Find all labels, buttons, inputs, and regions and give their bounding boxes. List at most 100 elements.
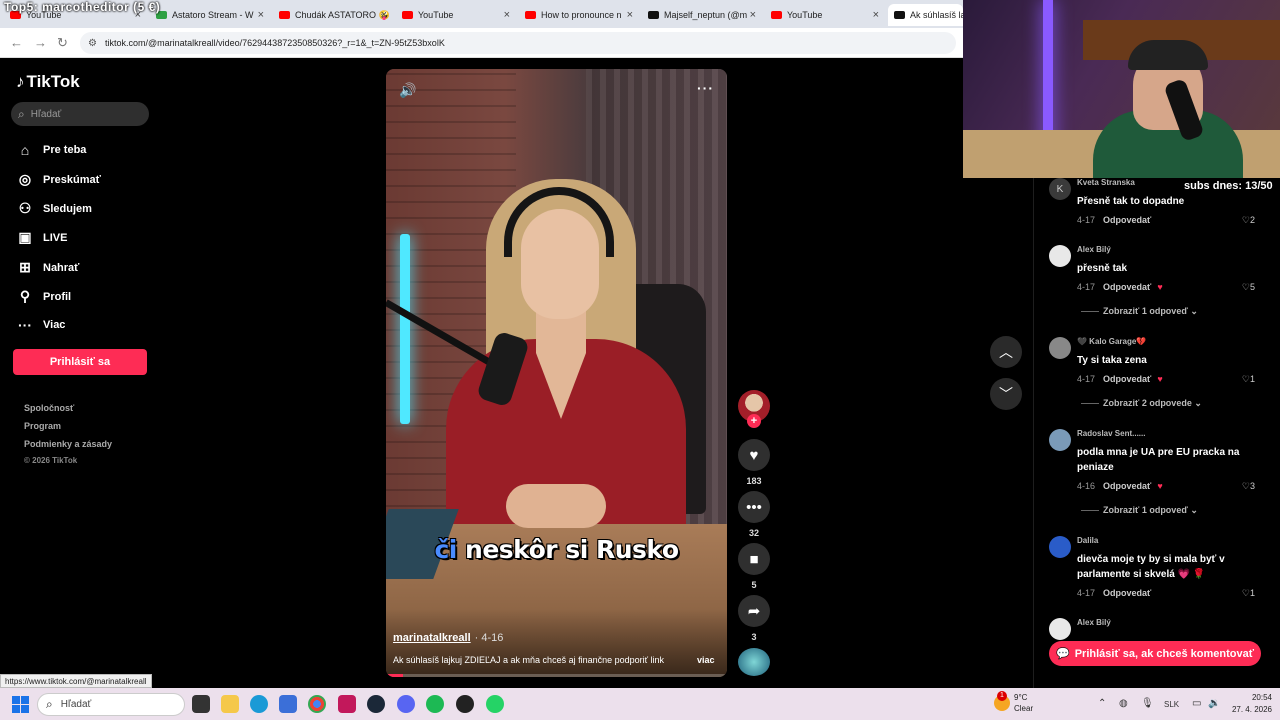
footer-link-company[interactable]: Spoločnosť bbox=[24, 403, 74, 413]
commenter-name[interactable]: Kveta Stranska bbox=[1077, 178, 1135, 187]
comment-like-button[interactable]: ♡3 bbox=[1242, 481, 1255, 492]
follow-plus-icon[interactable]: + bbox=[747, 414, 761, 428]
view-replies-button[interactable]: Zobraziť 2 odpovede ⌄ bbox=[1081, 398, 1202, 409]
comment-like-button[interactable]: ♡1 bbox=[1242, 588, 1255, 599]
weather-text: 9°C Clear bbox=[1014, 692, 1033, 714]
close-tab-icon[interactable]: × bbox=[504, 9, 510, 21]
taskbar-search-input[interactable]: ⌕ Hľadať bbox=[37, 693, 185, 716]
forward-icon[interactable]: → bbox=[34, 35, 47, 50]
reply-button[interactable]: Odpovedať bbox=[1103, 481, 1151, 491]
commenter-avatar[interactable] bbox=[1049, 536, 1071, 558]
commenter-name[interactable]: Radoslav Sent...... bbox=[1077, 429, 1145, 438]
view-replies-button[interactable]: Zobraziť 1 odpoveď ⌄ bbox=[1081, 505, 1198, 516]
sidebar-item-upload[interactable]: ⊞ Nahrať bbox=[16, 259, 79, 276]
network-tray-icon[interactable]: ◍ bbox=[1119, 698, 1128, 709]
browser-tab[interactable]: Chudák ASTATORO 🤪 × bbox=[273, 4, 391, 26]
task-view-icon[interactable] bbox=[192, 695, 210, 713]
tab-title: YouTube bbox=[418, 10, 454, 20]
comment-login-button[interactable]: 💬 Prihlásiť sa, ak chceš komentovať bbox=[1049, 641, 1261, 666]
video-progress-bar[interactable] bbox=[386, 674, 727, 677]
video-options-icon[interactable]: ··· bbox=[697, 80, 714, 96]
reload-icon[interactable]: ↻ bbox=[57, 35, 68, 51]
comment-like-button[interactable]: ♡1 bbox=[1242, 374, 1255, 385]
taskbar-clock[interactable]: 20:54 27. 4. 2026 bbox=[1222, 692, 1272, 716]
video-player[interactable]: či neskôr si Rusko 🔊 ··· marinatalkreall… bbox=[386, 69, 727, 677]
like-button[interactable]: ♥ bbox=[738, 439, 770, 471]
reply-button[interactable]: Odpovedať bbox=[1103, 215, 1151, 225]
sidebar-item-label: Pre teba bbox=[43, 144, 87, 156]
comment-bubble-icon: 💬 bbox=[1056, 648, 1070, 660]
browser-tab[interactable]: YouTube × bbox=[765, 4, 883, 26]
comment-icon: ••• bbox=[746, 498, 762, 516]
windows-start-icon[interactable] bbox=[12, 696, 29, 713]
sidebar-item-profile[interactable]: ⚲ Profil bbox=[16, 288, 71, 305]
share-icon: ➦ bbox=[747, 603, 761, 620]
description-more-link[interactable]: viac bbox=[697, 655, 715, 665]
microphone-tray-icon[interactable]: 🎙 bbox=[1141, 698, 1154, 709]
view-replies-button[interactable]: Zobraziť 1 odpoveď ⌄ bbox=[1081, 306, 1198, 317]
close-tab-icon[interactable]: × bbox=[750, 9, 756, 21]
whatsapp-icon[interactable] bbox=[486, 695, 504, 713]
chrome-icon[interactable] bbox=[308, 695, 326, 713]
app-icon[interactable] bbox=[338, 695, 356, 713]
reply-button[interactable]: Odpovedať bbox=[1103, 374, 1151, 384]
discord-icon[interactable] bbox=[397, 695, 415, 713]
commenter-avatar[interactable] bbox=[1049, 618, 1071, 640]
back-icon[interactable]: ← bbox=[10, 35, 23, 50]
file-explorer-icon[interactable] bbox=[221, 695, 239, 713]
reply-button[interactable]: Odpovedať bbox=[1103, 588, 1151, 598]
sidebar-item-following[interactable]: ⚇ Sledujem bbox=[16, 200, 92, 217]
footer-link-terms[interactable]: Podmienky a zásady bbox=[24, 439, 112, 449]
sidebar-item-more[interactable]: ··· Viac bbox=[16, 317, 65, 333]
tiktok-logo[interactable]: ♪ TikTok bbox=[16, 72, 80, 92]
reply-button[interactable]: Odpovedať bbox=[1103, 282, 1151, 292]
volume-icon[interactable]: 🔊 bbox=[399, 82, 416, 99]
sidebar-item-live[interactable]: ▣ LIVE bbox=[16, 229, 67, 246]
comment-like-button[interactable]: ♡5 bbox=[1242, 282, 1255, 293]
close-tab-icon[interactable]: × bbox=[381, 9, 387, 21]
share-button[interactable]: ➦ bbox=[738, 595, 770, 627]
spotify-icon[interactable] bbox=[426, 695, 444, 713]
footer-link-program[interactable]: Program bbox=[24, 421, 61, 431]
previous-video-button[interactable]: ︿ bbox=[990, 336, 1022, 368]
search-input[interactable]: ⌕ Hľadať bbox=[11, 102, 149, 126]
next-video-button[interactable]: ﹀ bbox=[990, 378, 1022, 410]
browser-tab[interactable]: Majself_neptun (@m × bbox=[642, 4, 760, 26]
music-disc-icon[interactable] bbox=[738, 648, 770, 676]
language-indicator[interactable]: SLK bbox=[1164, 700, 1179, 709]
volume-tray-icon[interactable]: 🔉 bbox=[1208, 698, 1220, 709]
commenter-name[interactable]: Dalila bbox=[1077, 536, 1098, 545]
commenter-name[interactable]: 🖤 Kalo Garage💔 bbox=[1077, 337, 1146, 346]
store-icon[interactable] bbox=[279, 695, 297, 713]
login-button[interactable]: Prihlásiť sa bbox=[13, 349, 147, 375]
site-info-icon[interactable]: ⚙ bbox=[88, 38, 97, 49]
commenter-avatar[interactable] bbox=[1049, 245, 1071, 267]
edge-icon[interactable] bbox=[250, 695, 268, 713]
save-button[interactable]: ■ bbox=[738, 543, 770, 575]
tray-chevron-up-icon[interactable]: ⌃ bbox=[1098, 698, 1106, 709]
commenter-avatar[interactable]: K bbox=[1049, 178, 1071, 200]
comment-button[interactable]: ••• bbox=[738, 491, 770, 523]
comment-like-button[interactable]: ♡2 bbox=[1242, 215, 1255, 226]
close-tab-icon[interactable]: × bbox=[627, 9, 633, 21]
steam-icon[interactable] bbox=[367, 695, 385, 713]
obs-icon[interactable] bbox=[456, 695, 474, 713]
browser-tab-active[interactable]: Ak súhlasíš lajk bbox=[888, 4, 963, 26]
display-tray-icon[interactable]: ▭ bbox=[1192, 698, 1201, 709]
screen: YouTube × Astatoro Stream - W × Chudák A… bbox=[0, 0, 1280, 720]
close-tab-icon[interactable]: × bbox=[873, 9, 879, 21]
subs-counter-overlay: subs dnes: 13/50 bbox=[1184, 180, 1273, 192]
commenter-name[interactable]: Alex Bilý bbox=[1077, 618, 1111, 627]
commenter-name[interactable]: Alex Bilý bbox=[1077, 245, 1111, 254]
close-tab-icon[interactable]: × bbox=[258, 9, 264, 21]
commenter-avatar[interactable] bbox=[1049, 337, 1071, 359]
commenter-avatar[interactable] bbox=[1049, 429, 1071, 451]
url-field[interactable]: ⚙ tiktok.com/@marinatalkreall/video/7629… bbox=[80, 32, 956, 54]
browser-tab[interactable]: Astatoro Stream - W × bbox=[150, 4, 268, 26]
sidebar-item-for-you[interactable]: ⌂ Pre teba bbox=[16, 142, 87, 158]
browser-tab[interactable]: YouTube × bbox=[396, 4, 514, 26]
author-username-link[interactable]: marinatalkreall bbox=[393, 632, 471, 644]
browser-tab[interactable]: How to pronounce n × bbox=[519, 4, 637, 26]
weather-widget[interactable]: 1 9°C Clear bbox=[994, 691, 1033, 714]
sidebar-item-explore[interactable]: ◎ Preskúmať bbox=[16, 171, 101, 188]
